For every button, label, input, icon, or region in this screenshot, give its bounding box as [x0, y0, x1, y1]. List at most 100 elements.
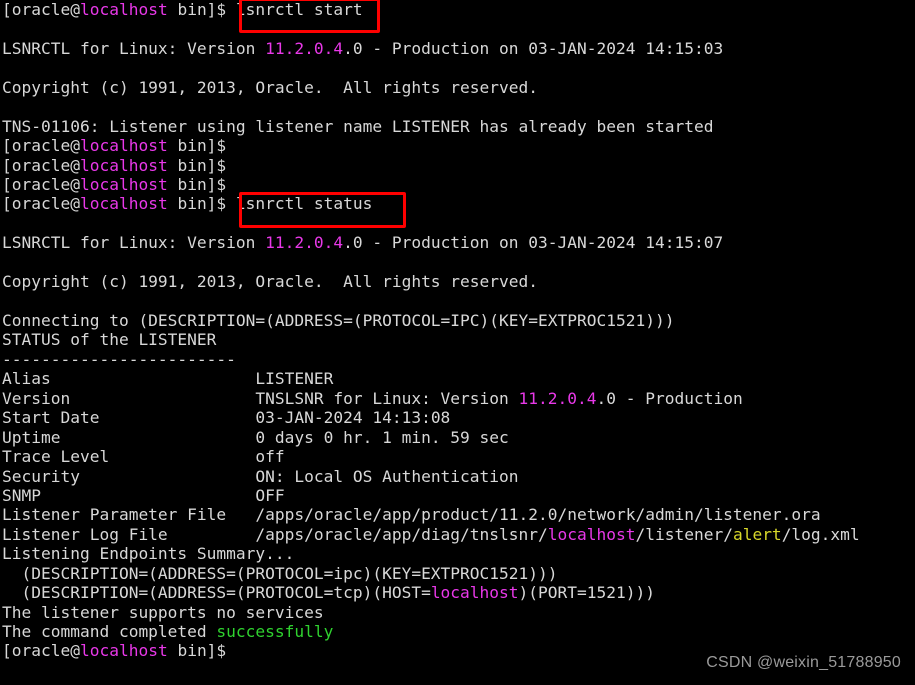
terminal-line-banner-1: LSNRCTL for Linux: Version 11.2.0.4.0 - … — [0, 39, 915, 58]
banner-1-post: .0 - Production on 03-JAN-2024 14:15:03 — [343, 38, 724, 58]
prompt-user: oracle — [11, 641, 71, 661]
terminal-line-prompt-empty-2: [oracle@localhost bin]$ — [0, 156, 915, 175]
terminal-line-banner-2: LSNRCTL for Linux: Version 11.2.0.4.0 - … — [0, 233, 915, 252]
prompt-user: oracle — [11, 174, 71, 194]
terminal-line-prompt-empty-1: [oracle@localhost bin]$ — [0, 136, 915, 155]
prompt-bracket: [ — [2, 641, 12, 661]
terminal-line-divider: ------------------------ — [2, 349, 236, 369]
log-path-mid: /listener/ — [635, 524, 733, 544]
status-label: Listener Log File — [2, 524, 256, 544]
status-value: LISTENER — [255, 369, 334, 389]
prompt-host: localhost — [79, 194, 168, 214]
terminal-line-prompt-start: [oracle@localhost bin]$ lsnrctl start — [0, 0, 915, 19]
status-label: Version — [2, 388, 256, 408]
banner-2-pre: LSNRCTL for Linux: Version — [2, 233, 266, 253]
prompt-bracket: [ — [2, 174, 12, 194]
prompt-host: localhost — [79, 136, 168, 156]
footer-completed: The command completed successfully — [0, 622, 915, 641]
prompt-host: localhost — [79, 174, 168, 194]
log-path-pre: /apps/oracle/app/diag/tnslsnr/ — [255, 524, 548, 544]
status-label: Listener Parameter File — [2, 505, 256, 525]
log-path-alert: alert — [732, 524, 782, 544]
prompt-host: localhost — [79, 641, 168, 661]
command-lsnrctl-start: lsnrctl start — [235, 0, 363, 19]
status-row-security: Security ON: Local OS Authentication — [0, 467, 915, 486]
endpoint-ipc: (DESCRIPTION=(ADDRESS=(PROTOCOL=ipc)(KEY… — [2, 563, 558, 583]
status-row-parameter-file: Listener Parameter File /apps/oracle/app… — [0, 505, 915, 524]
status-value: ON: Local OS Authentication — [255, 466, 519, 486]
status-label: SNMP — [2, 485, 256, 505]
prompt-bracket: [ — [2, 136, 12, 156]
terminal-line-connecting: Connecting to (DESCRIPTION=(ADDRESS=(PRO… — [2, 311, 675, 330]
status-label: Start Date — [2, 408, 256, 428]
banner-1-pre: LSNRCTL for Linux: Version — [2, 38, 266, 58]
log-path-host: localhost — [547, 524, 636, 544]
status-row-snmp: SNMP OFF — [0, 486, 915, 505]
status-value-post: .0 - Production — [596, 388, 743, 408]
prompt-dir: bin]$ — [167, 641, 236, 661]
endpoint-tcp-pre: (DESCRIPTION=(ADDRESS=(PROTOCOL=tcp)(HOS… — [2, 583, 431, 603]
prompt-bracket: [ — [2, 194, 12, 214]
status-label: Trace Level — [2, 447, 256, 467]
terminal-line-prompt-status: [oracle@localhost bin]$ lsnrctl status — [0, 194, 915, 213]
status-label: Security — [2, 466, 256, 486]
footer-services: The listener supports no services — [2, 602, 324, 622]
status-row-version: Version TNSLSNR for Linux: Version 11.2.… — [0, 389, 915, 408]
prompt-bracket: [ — [2, 155, 12, 175]
status-value: /apps/oracle/app/product/11.2.0/network/… — [255, 505, 821, 525]
status-label: Uptime — [2, 427, 256, 447]
endpoints-summary-label: Listening Endpoints Summary... — [2, 544, 295, 564]
banner-1-version: 11.2.0.4 — [265, 38, 344, 58]
terminal-line-prompt-empty-3: [oracle@localhost bin]$ — [0, 175, 915, 194]
terminal-line-tns-error: TNS-01106: Listener using listener name … — [2, 116, 714, 136]
prompt-at: @ — [70, 155, 80, 175]
footer-completed-status: successfully — [216, 622, 334, 641]
status-value: OFF — [255, 485, 285, 505]
prompt-bracket: [ — [2, 0, 12, 19]
status-row-log-file: Listener Log File /apps/oracle/app/diag/… — [0, 525, 915, 544]
endpoint-tcp-host: localhost — [430, 583, 519, 603]
terminal-line-copyright-1: Copyright (c) 1991, 2013, Oracle. All ri… — [2, 77, 539, 97]
prompt-at: @ — [70, 174, 80, 194]
prompt-dir: bin]$ — [167, 155, 236, 175]
terminal-window[interactable]: [oracle@localhost bin]$ lsnrctl start LS… — [0, 0, 915, 685]
prompt-dir: bin]$ — [167, 136, 236, 156]
log-path-post: /log.xml — [781, 524, 860, 544]
terminal-line-copyright-2: Copyright (c) 1991, 2013, Oracle. All ri… — [2, 272, 539, 292]
prompt-dir: bin]$ — [167, 194, 236, 214]
banner-2-version: 11.2.0.4 — [265, 233, 344, 253]
banner-2-post: .0 - Production on 03-JAN-2024 14:15:07 — [343, 233, 724, 253]
prompt-host: localhost — [79, 0, 168, 19]
prompt-at: @ — [70, 136, 80, 156]
prompt-dir: bin]$ — [167, 0, 236, 19]
prompt-at: @ — [70, 194, 80, 214]
prompt-user: oracle — [11, 136, 71, 156]
status-row-uptime: Uptime 0 days 0 hr. 1 min. 59 sec — [0, 428, 915, 447]
prompt-user: oracle — [11, 194, 71, 214]
status-label: Alias — [2, 369, 256, 389]
prompt-user: oracle — [11, 155, 71, 175]
status-row-start-date: Start Date 03-JAN-2024 14:13:08 — [0, 408, 915, 427]
endpoint-tcp: (DESCRIPTION=(ADDRESS=(PROTOCOL=tcp)(HOS… — [0, 583, 915, 602]
status-value-pre: TNSLSNR for Linux: Version — [255, 388, 519, 408]
terminal-line-status-header: STATUS of the LISTENER — [2, 330, 217, 350]
status-row-trace-level: Trace Level off — [0, 447, 915, 466]
prompt-at: @ — [70, 0, 80, 19]
command-lsnrctl-status: lsnrctl status — [235, 194, 373, 214]
status-value: off — [255, 447, 285, 467]
footer-completed-pre: The command completed — [2, 622, 217, 641]
prompt-user: oracle — [11, 0, 71, 19]
prompt-dir: bin]$ — [167, 174, 236, 194]
prompt-host: localhost — [79, 155, 168, 175]
status-row-alias: Alias LISTENER — [0, 369, 915, 388]
endpoint-tcp-post: )(PORT=1521))) — [518, 583, 655, 603]
status-value: 03-JAN-2024 14:13:08 — [255, 408, 451, 428]
status-value: 0 days 0 hr. 1 min. 59 sec — [255, 427, 509, 447]
prompt-at: @ — [70, 641, 80, 661]
status-value-version: 11.2.0.4 — [518, 388, 597, 408]
